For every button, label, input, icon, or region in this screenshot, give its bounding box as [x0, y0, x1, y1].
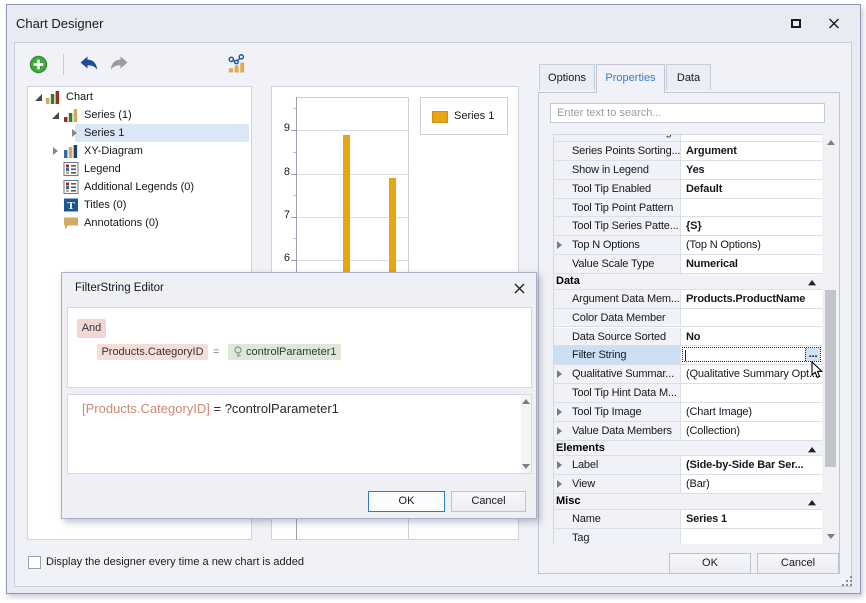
svg-text:T: T — [67, 200, 75, 212]
